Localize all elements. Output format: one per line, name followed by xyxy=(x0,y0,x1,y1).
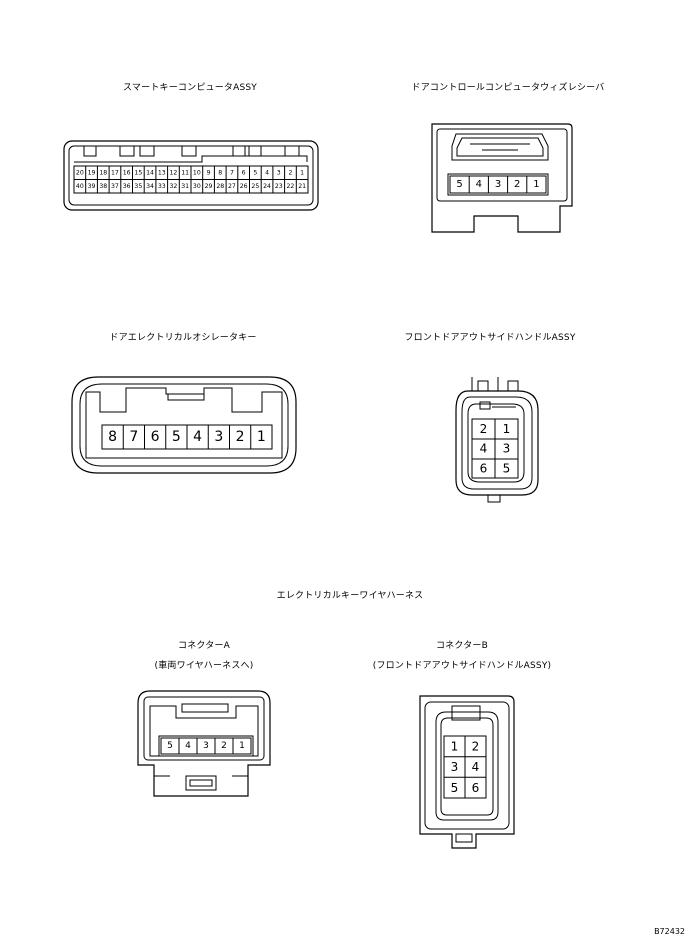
pin-label: 1 xyxy=(239,741,245,751)
oscillator-connector: 87654321 xyxy=(71,376,297,474)
pin-label: 3 xyxy=(495,179,501,190)
pin-label: 4 xyxy=(472,760,480,774)
pin-label: 4 xyxy=(193,429,202,445)
pin-label: 5 xyxy=(253,169,257,176)
pin-label: 16 xyxy=(123,169,131,176)
pin-label: 2 xyxy=(221,741,227,751)
pin-label: 5 xyxy=(167,741,173,751)
pin-label: 19 xyxy=(88,169,96,176)
pin-label: 2 xyxy=(236,429,245,445)
pin-label: 3 xyxy=(277,169,281,176)
pin-label: 1 xyxy=(300,169,304,176)
pin-label: 6 xyxy=(472,781,480,795)
pin-label: 30 xyxy=(193,183,201,190)
pin-label: 1 xyxy=(451,739,459,753)
pin-label: 31 xyxy=(181,183,189,190)
pin-label: 3 xyxy=(451,760,459,774)
pin-label: 2 xyxy=(472,739,480,753)
pin-label: 39 xyxy=(88,183,96,190)
pin-label: 20 xyxy=(76,169,84,176)
connector-a: 5 4 3 2 1 xyxy=(137,690,271,797)
pin-label: 25 xyxy=(251,183,259,190)
pin-label: 14 xyxy=(146,169,154,176)
pin-label: 22 xyxy=(287,183,295,190)
pin-label: 8 xyxy=(218,169,222,176)
pin-label: 37 xyxy=(111,183,119,190)
outside-handle-connector: 2 1 4 3 6 5 xyxy=(455,377,539,503)
pin-label: 2 xyxy=(480,422,488,436)
pin-label: 6 xyxy=(151,429,160,445)
pin-label: 9 xyxy=(207,169,211,176)
pin-label: 18 xyxy=(99,169,107,176)
pin-label: 1 xyxy=(503,422,511,436)
pin-label: 4 xyxy=(476,179,482,190)
pin-label: 34 xyxy=(146,183,154,190)
pin-label: 4 xyxy=(185,741,191,751)
pin-label: 4 xyxy=(480,442,488,456)
pin-label: 11 xyxy=(181,169,189,176)
smart-key-connector: 20 19 18 17 16 15 14 13 12 11 10 9 8 7 6 5 4 3 2 140 39 38 37 3… xyxy=(63,140,319,211)
pin-label: 6 xyxy=(242,169,246,176)
connector-diagrams: 20 19 18 17 16 15 14 13 12 11 10 9 8 7 6 5 4 3 2 140 39 38 37 3… xyxy=(63,123,573,849)
pin-label: 4 xyxy=(265,169,269,176)
pin-label: 13 xyxy=(158,169,166,176)
pin-label: 26 xyxy=(240,183,248,190)
pin-label: 3 xyxy=(203,741,209,751)
pin-label: 6 xyxy=(480,461,488,475)
pin-label: 28 xyxy=(216,183,224,190)
pin-label: 32 xyxy=(170,183,178,190)
pin-label: 7 xyxy=(230,169,234,176)
pin-label: 15 xyxy=(134,169,142,176)
pin-label: 1 xyxy=(257,429,266,445)
pin-label: 2 xyxy=(288,169,292,176)
pin-label: 24 xyxy=(263,183,271,190)
pin-label: 5 xyxy=(172,429,181,445)
pin-label: 3 xyxy=(503,442,511,456)
pin-label: 23 xyxy=(275,183,283,190)
pin-label: 8 xyxy=(108,429,117,445)
connector-b: 1 23 45 6 xyxy=(419,695,515,849)
pin-label: 21 xyxy=(298,183,306,190)
pin-label: 10 xyxy=(193,169,201,176)
pin-label: 27 xyxy=(228,183,236,190)
door-control-connector: 5 4 3 2 1 xyxy=(431,123,573,233)
pin-label: 35 xyxy=(134,183,142,190)
pin-label: 3 xyxy=(214,429,223,445)
pin-label: 5 xyxy=(503,461,511,475)
pin-label: 5 xyxy=(456,179,462,190)
pin-label: 29 xyxy=(205,183,213,190)
pin-label: 33 xyxy=(158,183,166,190)
pin-label: 5 xyxy=(451,781,459,795)
pin-label: 2 xyxy=(514,179,520,190)
pin-label: 12 xyxy=(170,169,178,176)
pin-label: 1 xyxy=(533,179,539,190)
pin-label: 17 xyxy=(111,169,119,176)
pin-label: 38 xyxy=(99,183,107,190)
pin-label: 40 xyxy=(76,183,84,190)
pin-label: 36 xyxy=(123,183,131,190)
pin-label: 7 xyxy=(129,429,138,445)
